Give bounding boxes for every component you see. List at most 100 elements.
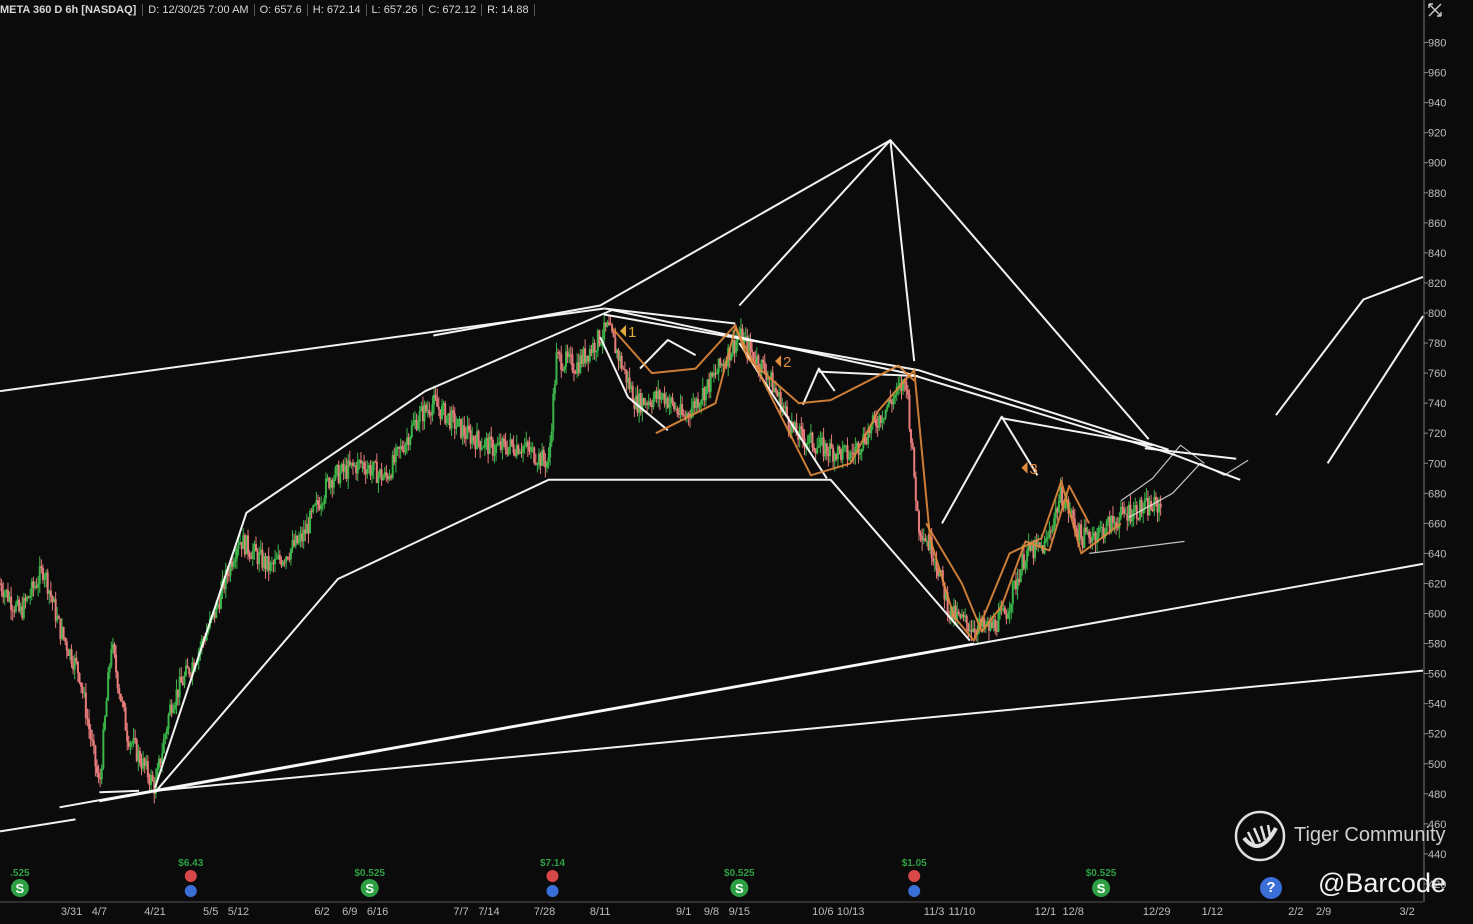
- candle-body: [1159, 503, 1162, 508]
- candle-body: [493, 453, 496, 456]
- chart-canvas[interactable]: 123 420440460480500520540560580600620640…: [0, 0, 1473, 919]
- earnings-icon: [184, 870, 197, 882]
- candle-body: [1038, 542, 1041, 546]
- candle-body: [97, 772, 100, 778]
- candle-body: [932, 558, 935, 562]
- candle-body: [14, 603, 17, 612]
- candle-body: [846, 445, 849, 460]
- y-tick-label: 940: [1428, 98, 1446, 110]
- y-tick-label: 920: [1428, 128, 1446, 140]
- candle-body: [62, 626, 65, 638]
- candle-body: [536, 464, 539, 466]
- candle-body: [1080, 524, 1083, 539]
- candle-body: [412, 422, 415, 426]
- chart-root[interactable]: 123 420 440 460 480 500 520 540 560 580 600 620 640…: [0, 0, 1473, 919]
- candle-body: [673, 402, 676, 410]
- x-tick-label: 10/13: [837, 906, 865, 918]
- candle-body: [312, 505, 315, 512]
- candle-body: [78, 672, 81, 683]
- candle-body: [813, 447, 816, 451]
- x-tick-label: 1/12: [1202, 906, 1223, 918]
- candle-body: [563, 366, 566, 371]
- help-button[interactable]: ?: [1260, 877, 1282, 899]
- candle-body: [652, 398, 655, 407]
- candle-body: [40, 566, 43, 568]
- candle-body: [445, 415, 448, 424]
- y-tick-label: 540: [1428, 699, 1446, 711]
- symbol-label[interactable]: META 360 D 6h [NASDAQ]: [0, 3, 144, 16]
- x-tick-label: 3/31: [61, 906, 82, 918]
- x-tick-label: 5/12: [228, 906, 249, 918]
- candle-body: [134, 737, 137, 740]
- candle-body: [113, 643, 116, 655]
- candle-body: [227, 575, 230, 577]
- candle-body: [456, 419, 459, 427]
- candle-body: [749, 340, 752, 350]
- candle-body: [595, 350, 598, 353]
- candle-body: [490, 436, 493, 440]
- candle-body: [38, 566, 41, 584]
- candle-body: [81, 686, 84, 694]
- y-tick-label: 860: [1428, 218, 1446, 230]
- candle-body: [704, 386, 707, 401]
- candle-body: [965, 615, 968, 624]
- candle-body: [550, 431, 553, 443]
- candle-body: [11, 609, 14, 611]
- fullscreen-icon[interactable]: [1427, 2, 1443, 18]
- y-tick-label: 620: [1428, 578, 1446, 590]
- candle-body: [547, 457, 550, 463]
- candle-body: [453, 413, 456, 429]
- candle-body: [409, 436, 412, 446]
- y-tick-label: 960: [1428, 68, 1446, 80]
- candle-body: [95, 766, 98, 773]
- dividend-icon-glyph: S: [16, 881, 25, 896]
- candle-body: [526, 441, 529, 447]
- candle-body: [830, 443, 833, 448]
- date-readout: D: 12/30/25 7:00 AM: [143, 3, 255, 16]
- x-tick-label: 9/15: [729, 906, 750, 918]
- candle-body: [1121, 506, 1124, 509]
- open-readout: O: 657.6: [255, 3, 308, 16]
- candle-body: [289, 548, 292, 559]
- candle-body: [102, 729, 105, 769]
- candle-body: [649, 401, 652, 406]
- candle-body: [560, 354, 563, 371]
- candle-body: [534, 462, 537, 465]
- y-tick-label: 480: [1428, 789, 1446, 801]
- candle-body: [906, 389, 909, 395]
- chart-header: META 360 D 6h [NASDAQ] D: 12/30/25 7:00 …: [0, 0, 535, 19]
- candle-body: [997, 613, 1000, 632]
- candle-body: [558, 352, 561, 355]
- candle-body: [507, 446, 510, 455]
- candle-body: [437, 406, 440, 410]
- candle-body: [425, 404, 428, 411]
- candle-body: [283, 561, 286, 563]
- candle-body: [394, 448, 397, 463]
- candle-body: [860, 448, 863, 453]
- dividend-label: $0.525: [724, 868, 755, 879]
- y-tick-label: 440: [1428, 849, 1446, 861]
- x-tick-label: 3/2: [1399, 906, 1414, 918]
- candle-body: [116, 672, 119, 689]
- candle-body: [973, 628, 976, 633]
- candle-body: [107, 672, 110, 701]
- candle-body: [1053, 518, 1056, 530]
- candle-body: [275, 558, 278, 560]
- candle-body: [1019, 570, 1022, 583]
- candle-body: [123, 701, 126, 708]
- candle-body: [428, 409, 431, 415]
- dividend-icon-glyph: S: [1097, 881, 1106, 896]
- candle-body: [919, 532, 922, 536]
- y-tick-label: 680: [1428, 488, 1446, 500]
- candle-body: [1010, 603, 1013, 612]
- candle-body: [914, 476, 917, 501]
- candle-body: [1008, 611, 1011, 614]
- y-tick-label: 800: [1428, 308, 1446, 320]
- candle-body: [774, 387, 777, 393]
- y-tick-label: 760: [1428, 368, 1446, 380]
- candle-body: [851, 452, 854, 454]
- candle-body: [700, 400, 703, 404]
- x-tick-label: 5/5: [203, 906, 218, 918]
- x-tick-label: 8/11: [590, 906, 611, 918]
- candle-body: [555, 352, 558, 385]
